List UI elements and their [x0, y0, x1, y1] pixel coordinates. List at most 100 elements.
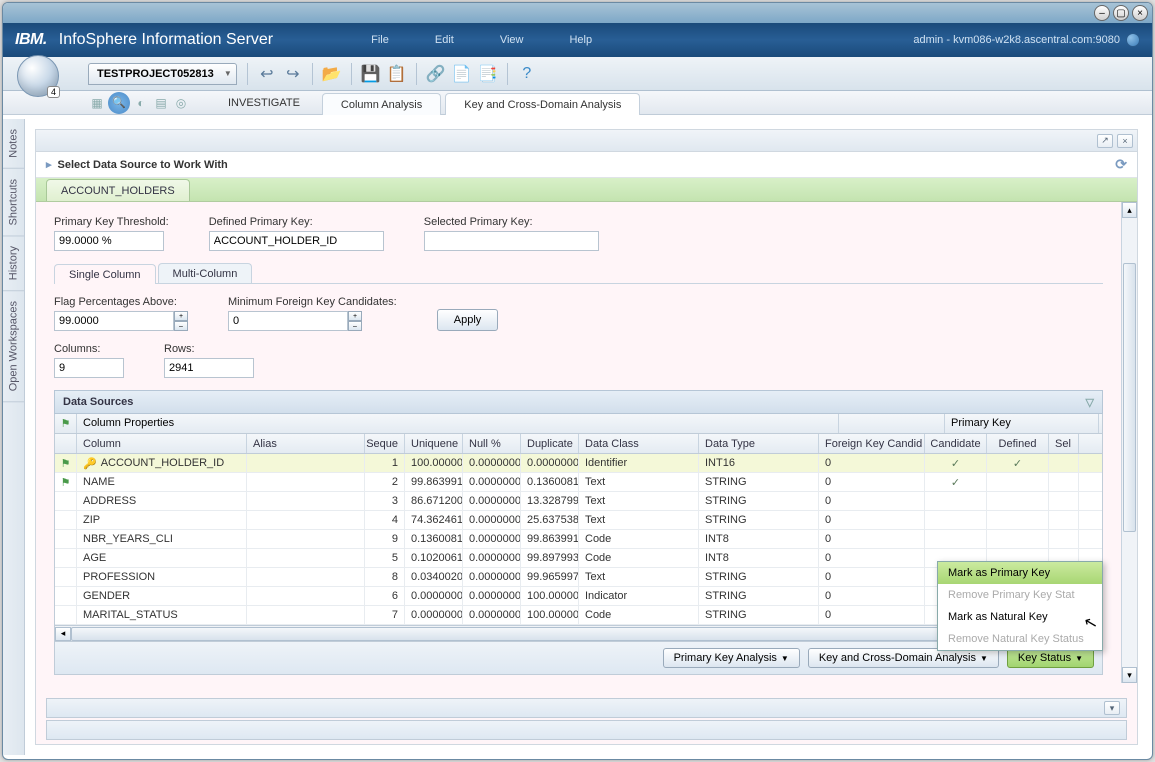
spin-up-button[interactable]: +: [348, 311, 362, 321]
side-tab-shortcuts[interactable]: Shortcuts: [3, 169, 24, 236]
menu-view[interactable]: View: [492, 30, 532, 50]
vertical-scrollbar[interactable]: ▴ ▾: [1121, 202, 1137, 683]
spin-up-button[interactable]: +: [174, 311, 188, 321]
side-tabs: Notes Shortcuts History Open Workspaces: [3, 119, 25, 755]
grid-header-cols: Column Alias Seque Uniquene Null % Dupli…: [55, 434, 1102, 454]
source-select-title: Select Data Source to Work With: [58, 159, 228, 171]
cell-column: ZIP: [77, 511, 247, 529]
h-sel[interactable]: Sel: [1049, 434, 1079, 453]
menu-mark-primary-key[interactable]: Mark as Primary Key: [938, 562, 1102, 584]
cell-null: 0.0000000: [463, 492, 521, 510]
h-seq[interactable]: Seque: [365, 434, 405, 453]
cell-null: 0.0000000: [463, 473, 521, 491]
apply-button[interactable]: Apply: [437, 309, 499, 331]
side-tab-open-workspaces[interactable]: Open Workspaces: [3, 291, 24, 402]
table-row[interactable]: NBR_YEARS_CLI90.13600810.000000099.86399…: [55, 530, 1102, 549]
input-flag-pct[interactable]: [54, 311, 174, 331]
help-button[interactable]: ?: [514, 61, 540, 87]
save-button[interactable]: 💾: [358, 61, 384, 87]
cell-dup: 0.1360081: [521, 473, 579, 491]
minimize-button[interactable]: –: [1094, 5, 1110, 21]
subtab-key-crossdomain[interactable]: Key and Cross-Domain Analysis: [445, 93, 640, 115]
vscroll-track[interactable]: [1122, 218, 1137, 667]
cell-flag: [55, 511, 77, 529]
main-panel: ↗ × ▸ Select Data Source to Work With ⟳ …: [35, 129, 1138, 745]
cell-column: AGE: [77, 549, 247, 567]
menu-mark-natural-key[interactable]: Mark as Natural Key: [938, 606, 1102, 628]
step-icon[interactable]: ▦: [88, 94, 106, 112]
forward-button[interactable]: ↪: [280, 61, 306, 87]
step-icon[interactable]: ◎: [172, 94, 190, 112]
input-rows: [164, 358, 254, 378]
step-icon[interactable]: ▤: [152, 94, 170, 112]
scroll-track[interactable]: [71, 627, 1086, 641]
step-icon[interactable]: ◐: [132, 94, 150, 112]
h-class[interactable]: Data Class: [579, 434, 699, 453]
cell-dtype: STRING: [699, 606, 819, 624]
spin-down-button[interactable]: –: [348, 321, 362, 331]
table-row[interactable]: ⚑🔑ACCOUNT_HOLDER_ID1100.000000.00000000.…: [55, 454, 1102, 473]
cell-dup: 99.897993: [521, 549, 579, 567]
flag-header[interactable]: ⚑: [55, 414, 77, 433]
h-column[interactable]: Column: [77, 434, 247, 453]
cell-candidate: ✓: [925, 473, 987, 491]
globe-icon[interactable]: [1126, 33, 1140, 47]
panel-expand-button[interactable]: ↗: [1097, 134, 1113, 148]
btn-key-status[interactable]: Key Status▼: [1007, 648, 1094, 668]
h-cand[interactable]: Candidate: [925, 434, 987, 453]
nav-orb[interactable]: 4: [17, 55, 59, 97]
scroll-up-button[interactable]: ▴: [1122, 202, 1137, 218]
scroll-left-button[interactable]: ◂: [55, 627, 71, 641]
menu-file[interactable]: File: [363, 30, 397, 50]
h-uniq[interactable]: Uniquene: [405, 434, 463, 453]
h-null[interactable]: Null %: [463, 434, 521, 453]
menu-edit[interactable]: Edit: [427, 30, 462, 50]
table-tab-account-holders[interactable]: ACCOUNT_HOLDERS: [46, 179, 190, 201]
close-button[interactable]: ×: [1132, 5, 1148, 21]
link-button[interactable]: 🔗: [423, 61, 449, 87]
footbar-caret[interactable]: ▾: [1104, 701, 1120, 715]
cell-null: 0.0000000: [463, 587, 521, 605]
panel-close-button[interactable]: ×: [1117, 134, 1133, 148]
input-pk-threshold[interactable]: [54, 231, 164, 251]
step-current-icon[interactable]: 🔍: [108, 92, 130, 114]
scroll-thumb[interactable]: [71, 627, 964, 641]
input-defined-pk[interactable]: [209, 231, 384, 251]
doc-button[interactable]: 📄: [449, 61, 475, 87]
cell-dup: 13.328799: [521, 492, 579, 510]
scroll-down-button[interactable]: ▾: [1122, 667, 1137, 683]
table-row[interactable]: ZIP474.3624610.000000025.637538TextSTRIN…: [55, 511, 1102, 530]
expand-icon[interactable]: ▸: [46, 158, 52, 171]
back-button[interactable]: ↩: [254, 61, 280, 87]
copy-button[interactable]: 📑: [475, 61, 501, 87]
flag-icon: ⚑: [61, 457, 71, 470]
vscroll-thumb[interactable]: [1123, 263, 1136, 532]
spin-down-button[interactable]: –: [174, 321, 188, 331]
input-min-fk[interactable]: [228, 311, 348, 331]
h-fk[interactable]: Foreign Key Candid: [819, 434, 925, 453]
scroll-wrap: Primary Key Threshold: Defined Primary K…: [36, 202, 1137, 683]
btn-key-crossdomain-analysis[interactable]: Key and Cross-Domain Analysis▼: [808, 648, 999, 668]
input-selected-pk[interactable]: [424, 231, 599, 251]
table-row[interactable]: ADDRESS386.6712000.000000013.328799TextS…: [55, 492, 1102, 511]
open-button[interactable]: 📂: [319, 61, 345, 87]
h-alias[interactable]: Alias: [247, 434, 365, 453]
filter-icon[interactable]: ▽: [1086, 396, 1094, 409]
export-button[interactable]: 📋: [384, 61, 410, 87]
side-tab-history[interactable]: History: [3, 236, 24, 291]
h-flag[interactable]: [55, 434, 77, 453]
subtab-column-analysis[interactable]: Column Analysis: [322, 93, 441, 115]
side-tab-notes[interactable]: Notes: [3, 119, 24, 169]
h-dup[interactable]: Duplicate: [521, 434, 579, 453]
tab-multi-column[interactable]: Multi-Column: [158, 263, 253, 283]
tab-single-column[interactable]: Single Column: [54, 264, 156, 284]
flag-fields-row: Flag Percentages Above: + – Minimum Fore…: [54, 294, 1103, 331]
h-dtype[interactable]: Data Type: [699, 434, 819, 453]
menu-help[interactable]: Help: [561, 30, 600, 50]
h-def[interactable]: Defined: [987, 434, 1049, 453]
project-tab[interactable]: TESTPROJECT052813 ▼: [88, 63, 237, 85]
refresh-icon[interactable]: ⟳: [1115, 156, 1127, 173]
btn-primary-key-analysis[interactable]: Primary Key Analysis▼: [663, 648, 800, 668]
maximize-button[interactable]: ▢: [1113, 5, 1129, 21]
table-row[interactable]: ⚑NAME299.8639910.00000000.1360081TextSTR…: [55, 473, 1102, 492]
